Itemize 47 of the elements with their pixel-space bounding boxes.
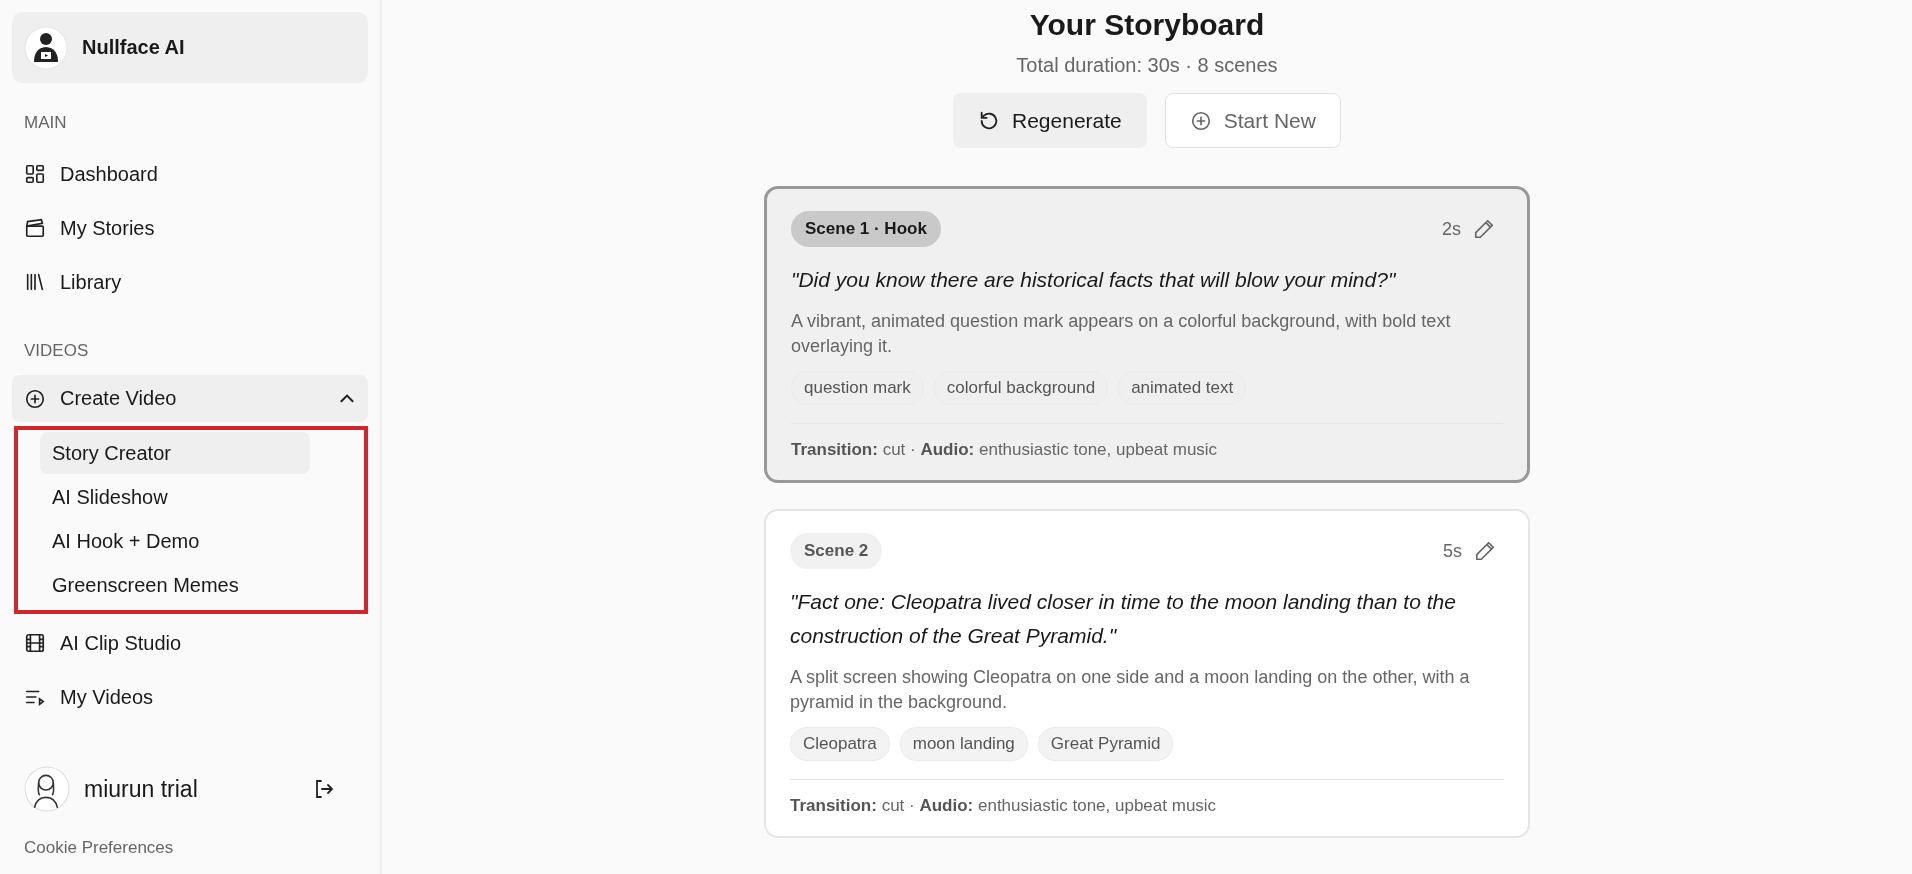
clapper-icon [24, 217, 46, 239]
brand-card[interactable]: Nullface AI [12, 12, 368, 83]
plus-circle-icon [1189, 109, 1212, 132]
film-icon [24, 632, 46, 654]
scene-description: A vibrant, animated question mark appears on a colorful background, with bold text overlaying it. [791, 310, 1452, 358]
scene-label: Scene 2 [790, 533, 883, 569]
scene-description: A split screen showing Cleopatra on one side and a moon landing on the other, with a pyramid in the background. [790, 666, 1471, 714]
scene-duration: 5s [1443, 540, 1462, 562]
submenu-item[interactable]: AI Slideshow [40, 476, 310, 518]
scene-duration: 2s [1442, 218, 1461, 240]
scene-details: Transition: cut · Audio: enthusiastic tone, upbeat music [790, 779, 1504, 816]
page-subtitle: Total duration: 30s · 8 scenes [1016, 54, 1278, 77]
section-heading: VIDEOS [23, 340, 90, 362]
keyword-tag: colorful background [933, 371, 1109, 405]
user-avatar-icon [24, 766, 70, 812]
submenu-item[interactable]: Story Creator [40, 432, 310, 474]
scene-card[interactable] [764, 186, 1530, 483]
user-name: miurun trial [84, 775, 199, 803]
grid-icon [24, 163, 46, 185]
regenerate-button[interactable]: Regenerate [953, 93, 1147, 148]
sidebar-item[interactable]: Create Video [12, 375, 368, 422]
sidebar-item[interactable]: Library [12, 255, 368, 309]
submenu-item[interactable]: AI Hook + Demo [40, 520, 310, 562]
start-new-button[interactable]: Start New [1164, 93, 1341, 148]
scene-details: Transition: cut · Audio: enthusiastic tone, upbeat music [791, 423, 1503, 460]
pencil-icon[interactable] [1474, 540, 1496, 562]
scene-narration: "Did you know there are historical facts that will blow your mind?" [791, 267, 1397, 293]
keyword-tag: moon landing [899, 727, 1028, 761]
keyword-tag: question mark [791, 371, 924, 405]
submenu-item[interactable]: Greenscreen Memes [40, 564, 310, 606]
page-title: Your Storyboard [1029, 8, 1265, 42]
keyword-tag: Great Pyramid [1037, 727, 1174, 761]
section-heading: MAIN [23, 112, 68, 134]
refresh-icon [978, 109, 1000, 132]
sidebar-item[interactable]: My Stories [12, 201, 368, 255]
scene-label: Scene 1 · Hook [791, 211, 941, 247]
sidebar-item[interactable]: AI Clip Studio [12, 616, 368, 670]
keyword-tag: Cleopatra [790, 727, 890, 761]
sidebar-item[interactable]: My Videos [12, 670, 368, 724]
keyword-tag: animated text [1118, 371, 1247, 405]
sidebar-item[interactable]: Dashboard [12, 147, 368, 201]
library-icon [24, 271, 46, 293]
plus-icon [24, 387, 46, 410]
scene-narration: "Fact one: Cleopatra lived closer in time to the moon landing than to the construction of the Great Pyramid." [790, 589, 1457, 649]
pencil-icon[interactable] [1473, 218, 1495, 240]
cookie-preferences-link[interactable]: Cookie Preferences [12, 812, 368, 874]
brand-name: Nullface AI [82, 36, 185, 59]
